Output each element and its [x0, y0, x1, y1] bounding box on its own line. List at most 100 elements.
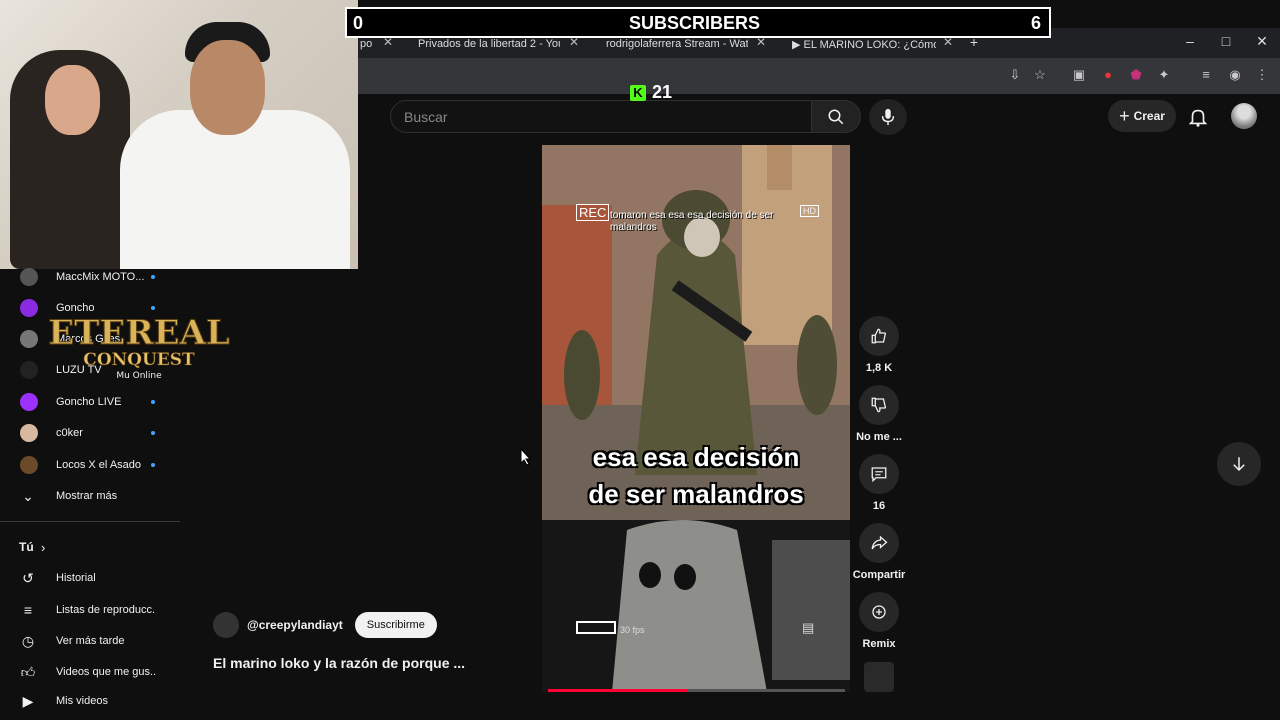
menu-icon: ▤ — [802, 620, 815, 635]
share-button[interactable]: Compartir — [850, 523, 908, 581]
sidebar-item-history[interactable]: ↺ Historial — [0, 563, 180, 593]
kick-icon: K — [630, 84, 646, 101]
search-button[interactable] — [811, 100, 861, 133]
tab-label: Privados de la libertad 2 - YouTub — [418, 38, 560, 50]
sidebar-item-goncho-live[interactable]: Goncho LIVE — [0, 387, 180, 417]
sidebar-item-label: c0ker — [56, 427, 83, 439]
clock-icon: ◷ — [21, 632, 35, 649]
sidebar-item-label: Goncho LIVE — [56, 396, 122, 408]
playlist-icon: ≡ — [23, 602, 33, 618]
thumbs-up-icon — [871, 328, 887, 344]
sidebar-divider — [0, 521, 180, 522]
chevron-down-icon: ⌄ — [22, 487, 34, 504]
sidebar-item-my-videos[interactable]: ▶ Mis videos — [0, 689, 180, 713]
subs-end-value: 6 — [1030, 13, 1041, 33]
webcam-overlay — [0, 0, 358, 269]
extension-icon[interactable]: ● — [1099, 66, 1117, 84]
show-more-label: Mostrar más — [56, 490, 118, 502]
thumbs-down-icon — [871, 397, 887, 413]
comments-button[interactable]: 16 — [856, 454, 902, 512]
media-control-icon[interactable]: ≡ — [1197, 66, 1215, 84]
plus-icon: + — [1119, 105, 1130, 126]
live-dot — [151, 463, 155, 467]
svg-text:CONQUEST: CONQUEST — [83, 350, 195, 370]
remix-label: Remix — [862, 638, 896, 650]
channel-avatar[interactable] — [213, 612, 239, 638]
hd-badge: HD — [800, 205, 819, 217]
you-section-header[interactable]: Tú › — [0, 532, 180, 562]
next-short-preview[interactable] — [542, 520, 850, 692]
subs-label: SUBSCRIBERS — [629, 13, 761, 33]
tab-label: ▶ EL MARINO LOKO: ¿Cómo S — [792, 38, 936, 51]
sidebar-item-c0ker[interactable]: c0ker — [0, 418, 180, 448]
profile-icon[interactable]: ◉ — [1226, 66, 1244, 84]
microphone-icon — [881, 108, 895, 126]
video-progress-bar[interactable] — [548, 689, 845, 692]
maximize-button[interactable]: □ — [1216, 33, 1236, 49]
sidebar-item-label: MaccMix MOTO... — [56, 271, 145, 283]
short-title[interactable]: El marino loko y la razón de porque ... — [213, 655, 465, 671]
comment-icon — [871, 467, 887, 483]
battery-indicator — [576, 621, 616, 634]
create-label: Crear — [1133, 109, 1165, 123]
account-avatar[interactable] — [1231, 103, 1257, 129]
sidebar-item-playlists[interactable]: ≡ Listas de reproducc... — [0, 595, 180, 625]
remix-icon — [872, 605, 886, 619]
subscribers-counter: 0 SUBSCRIBERS 6 — [345, 7, 1051, 38]
sidebar-item-maccmix[interactable]: MaccMix MOTO... — [0, 262, 180, 292]
avatar — [20, 268, 38, 286]
like-count: 1,8 K — [865, 362, 893, 374]
sidebar-item-label: Mis videos — [56, 695, 108, 707]
short-video-player[interactable]: esa esa decisión de ser malandros — [542, 145, 850, 520]
etereal-conquest-logo: ETEREAL CONQUEST Mu Online — [48, 313, 231, 382]
next-short-button[interactable] — [1217, 442, 1261, 486]
live-dot — [151, 306, 155, 310]
voice-search-button[interactable] — [869, 99, 907, 135]
notifications-button[interactable] — [1187, 106, 1209, 133]
video-frame — [542, 520, 850, 692]
chevron-right-icon: › — [41, 539, 46, 555]
channel-row: @creepylandiayt Suscribirme — [213, 612, 437, 638]
caption-line-1: esa esa decisión — [592, 442, 800, 472]
live-dot — [151, 400, 155, 404]
create-button[interactable]: + Crear — [1108, 100, 1176, 132]
progress-fill — [548, 689, 688, 692]
subscribe-button[interactable]: Suscribirme — [354, 612, 437, 638]
kick-viewer-count: K 21 — [630, 82, 672, 103]
viewer-count: 21 — [652, 82, 673, 102]
remix-button[interactable]: Remix — [856, 592, 902, 650]
fps-label: 30 fps — [620, 625, 645, 635]
install-app-icon[interactable]: ⇩ — [1006, 66, 1024, 84]
puzzle-icon[interactable]: ✦ — [1155, 66, 1173, 84]
bookmark-star-icon[interactable]: ☆ — [1031, 66, 1049, 84]
sidebar-item-label: Locos X el Asado — [56, 459, 142, 471]
minimize-button[interactable]: – — [1180, 33, 1200, 49]
avatar — [20, 393, 38, 411]
show-more-button[interactable]: ⌄ Mostrar más — [0, 481, 180, 511]
sidebar-item-label: Videos que me gus... — [56, 666, 156, 678]
sidebar-item-label: Ver más tarde — [56, 635, 125, 647]
live-dot — [151, 275, 155, 279]
search-input[interactable]: Buscar — [390, 100, 812, 133]
arrow-down-icon — [1233, 457, 1245, 472]
sidebar-item-label: Historial — [56, 572, 96, 584]
sidebar-item-liked-videos[interactable]: 👍︎ Videos que me gus... — [0, 657, 180, 687]
like-button[interactable]: 1,8 K — [856, 316, 902, 374]
svg-text:Mu Online: Mu Online — [116, 371, 162, 381]
video-icon: ▶ — [22, 692, 34, 709]
search-icon — [828, 109, 844, 124]
sidebar-item-locos-x-el-asado[interactable]: Locos X el Asado — [0, 450, 180, 480]
close-window-button[interactable]: ✕ — [1252, 33, 1272, 50]
live-dot — [151, 431, 155, 435]
menu-icon[interactable]: ⋮ — [1253, 66, 1271, 84]
ublock-icon[interactable]: ⬟ — [1127, 66, 1145, 84]
sidebar-item-watch-later[interactable]: ◷ Ver más tarde — [0, 626, 180, 656]
tab-label: po — [360, 38, 373, 50]
share-icon — [871, 535, 888, 550]
history-icon: ↺ — [22, 569, 34, 586]
dislike-button[interactable]: No me ... — [856, 385, 902, 443]
channel-name[interactable]: @creepylandiayt — [247, 618, 343, 632]
subs-start-value: 0 — [353, 13, 364, 33]
sound-thumbnail[interactable] — [864, 662, 894, 692]
extension-icon[interactable]: ▣ — [1070, 66, 1088, 84]
